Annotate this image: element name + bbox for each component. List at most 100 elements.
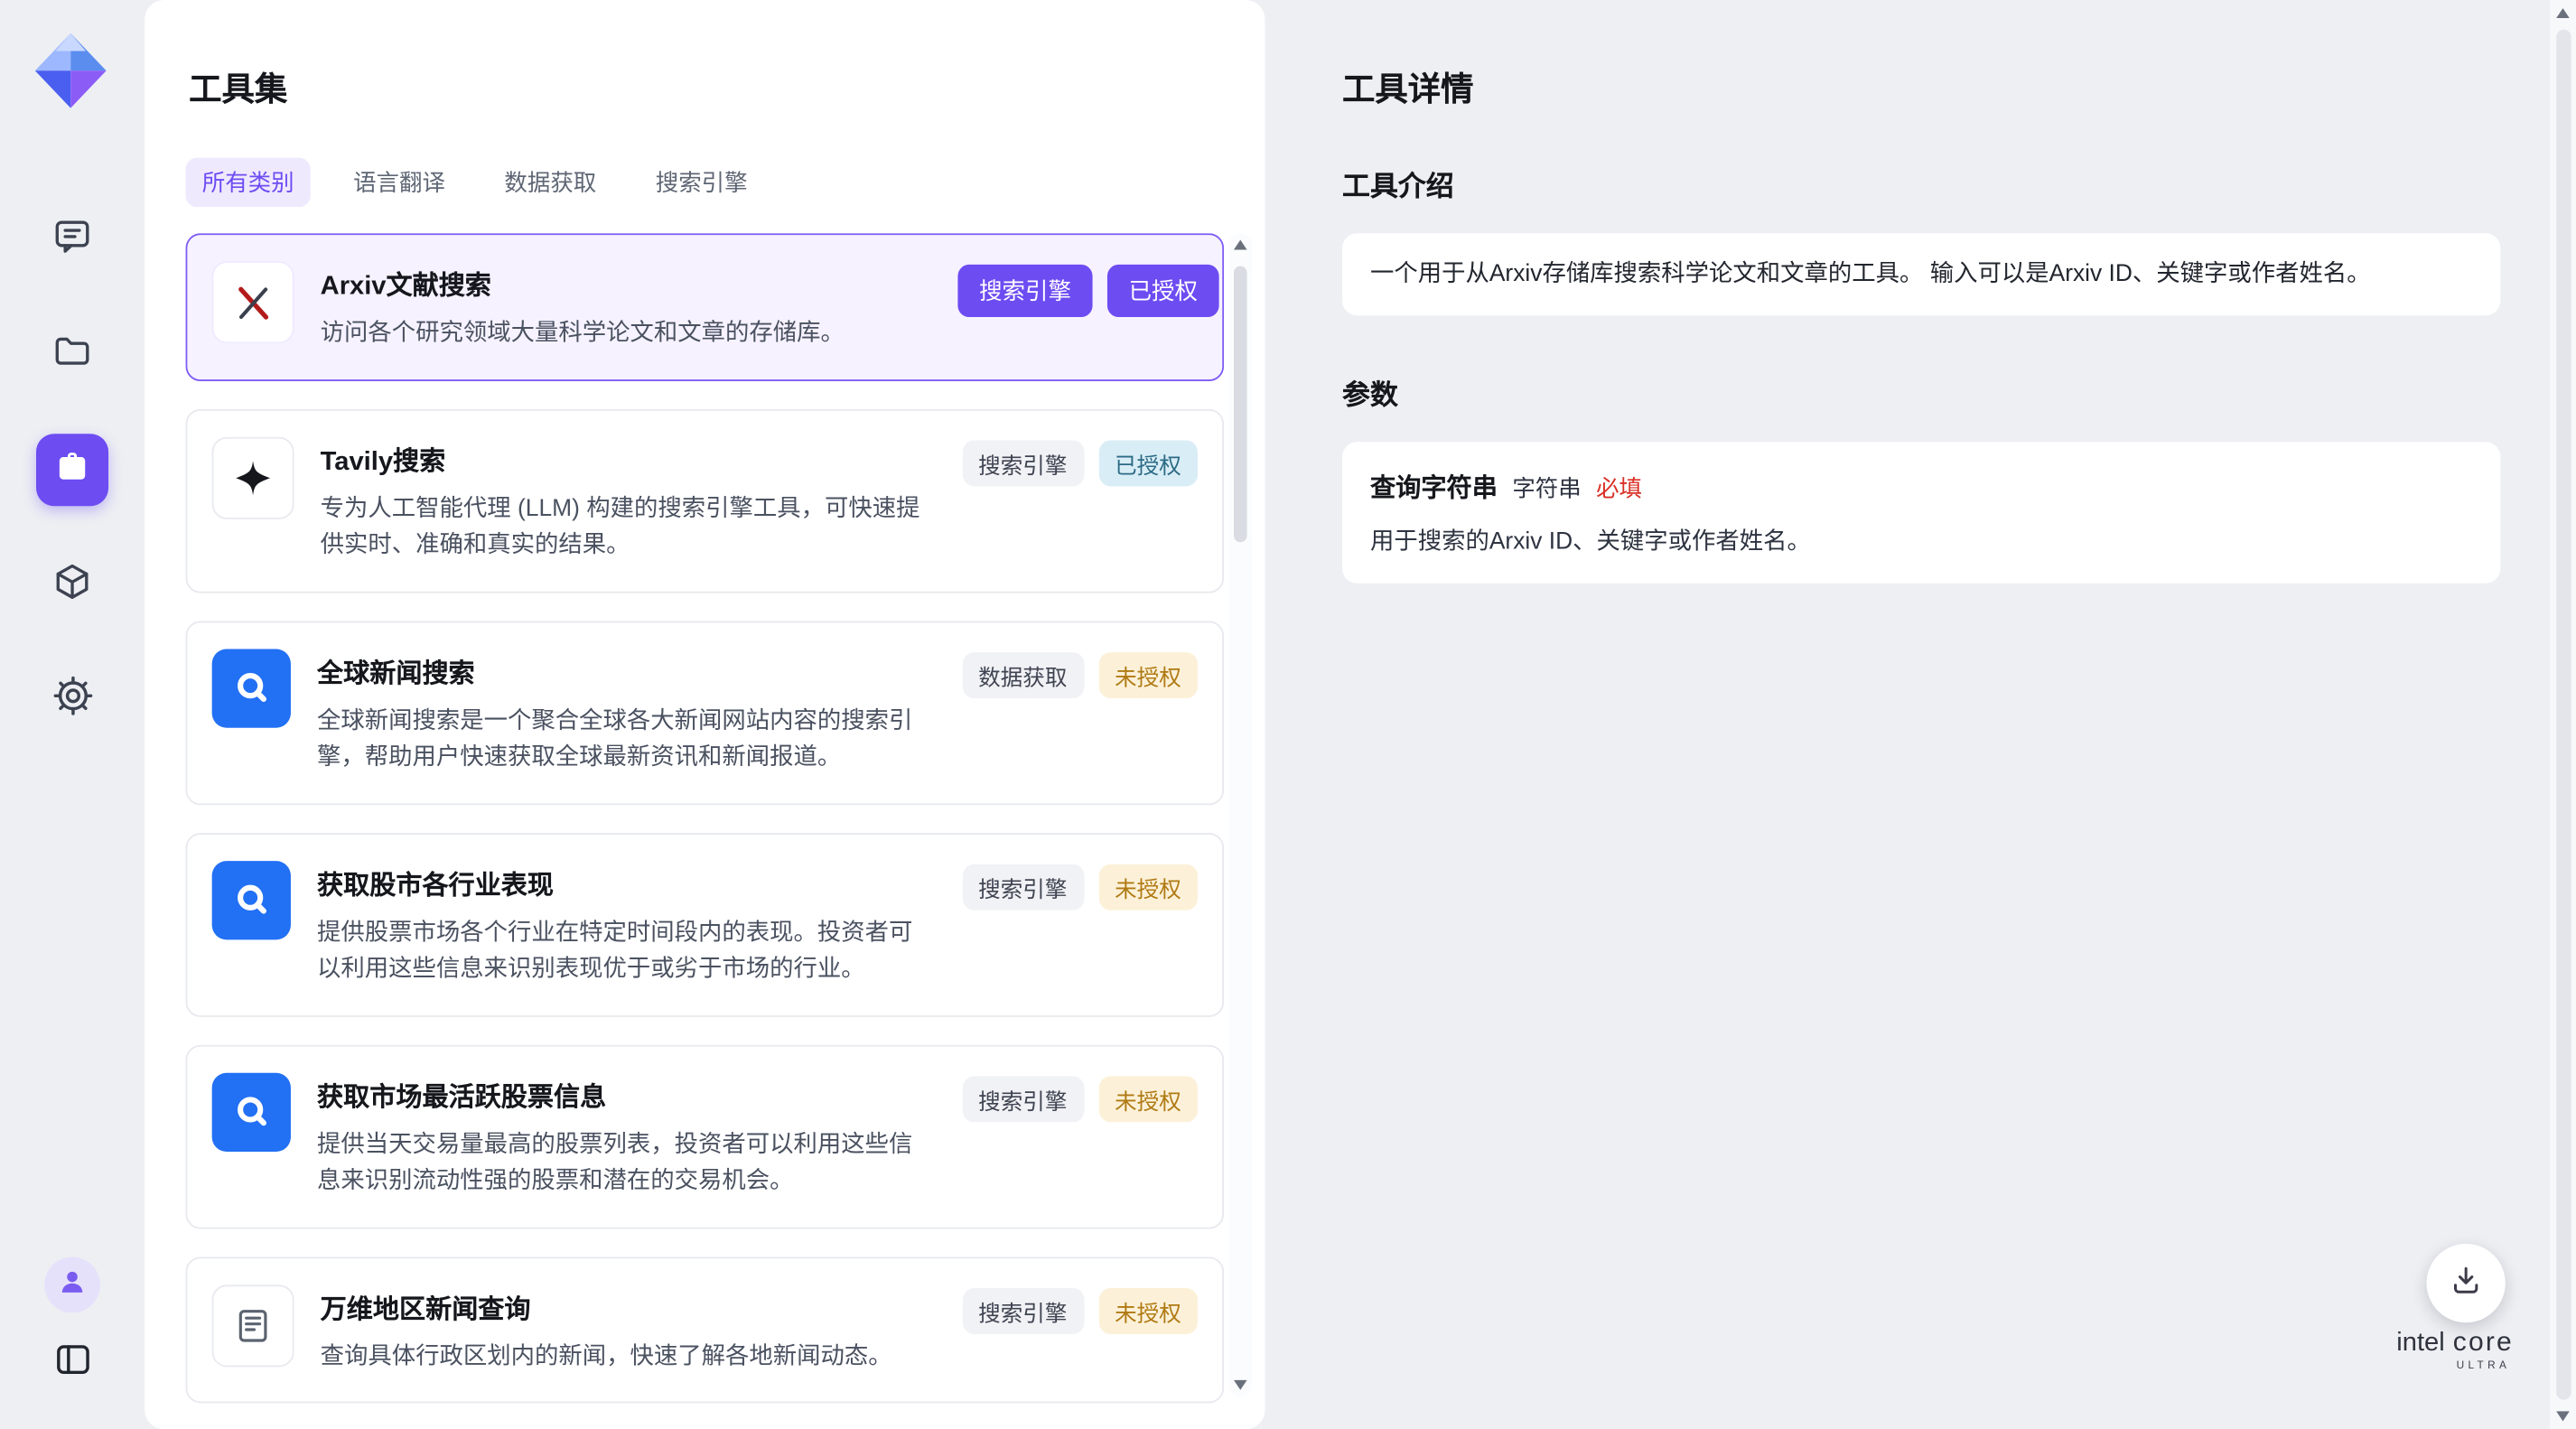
tool-name: 获取股市各行业表现: [317, 862, 929, 901]
toolset-panel: 工具集 所有类别语言翻译数据获取搜索引擎 Arxiv文献搜索访问各个研究领域大量…: [145, 0, 1265, 1429]
tool-card[interactable]: 万维地区新闻查询查询具体行政区划内的新闻，快速了解各地新闻动态。搜索引擎未授权: [186, 1256, 1225, 1404]
tool-name: Tavily搜索: [321, 438, 932, 478]
tool-text: 获取市场最活跃股票信息提供当天交易量最高的股票列表，投资者可以利用这些信息来识别…: [317, 1072, 929, 1200]
tavily-star-icon: [212, 436, 294, 518]
tool-description: 查询具体行政区划内的新闻，快速了解各地新闻动态。: [321, 1338, 932, 1375]
sidebar-item-chat[interactable]: [36, 204, 108, 276]
tool-list: Arxiv文献搜索访问各个研究领域大量科学论文和文章的存储库。搜索引擎已授权Ta…: [186, 233, 1225, 1406]
tool-description: 提供股票市场各个行业在特定时间段内的表现。投资者可以利用这些信息来识别表现优于或…: [317, 914, 929, 988]
tool-text: Tavily搜索专为人工智能代理 (LLM) 构建的搜索引擎工具，可快速提供实时…: [321, 436, 932, 565]
sidebar-item-models[interactable]: [36, 549, 108, 621]
tool-category-badge: 搜索引擎: [962, 864, 1084, 910]
tool-details-panel: 工具详情 工具介绍 一个用于从Arxiv存储库搜索科学论文和文章的工具。 输入可…: [1342, 0, 2500, 584]
tool-card[interactable]: 获取市场最活跃股票信息提供当天交易量最高的股票列表，投资者可以利用这些信息来识别…: [186, 1044, 1225, 1228]
app-window: 工具集 所有类别语言翻译数据获取搜索引擎 Arxiv文献搜索访问各个研究领域大量…: [0, 0, 2576, 1429]
sidebar-item-tools[interactable]: [36, 434, 108, 506]
download-icon: [2448, 1261, 2484, 1305]
news-doc-icon: [212, 1284, 294, 1366]
tab-搜索引擎[interactable]: 搜索引擎: [639, 158, 764, 208]
intel-core-logo: intel core ULTRA: [2396, 1328, 2514, 1372]
tool-description: 提供当天交易量最高的股票列表，投资者可以利用这些信息来识别流动性强的股票和潜在的…: [317, 1126, 929, 1200]
tool-text: 获取股市各行业表现提供股票市场各个行业在特定时间段内的表现。投资者可以利用这些信…: [317, 860, 929, 988]
tool-text: 万维地区新闻查询查询具体行政区划内的新闻，快速了解各地新闻动态。: [321, 1284, 932, 1375]
category-tabs: 所有类别语言翻译数据获取搜索引擎: [186, 158, 764, 208]
q-news-icon: [212, 649, 291, 727]
arxiv-icon: [212, 261, 294, 343]
tool-card[interactable]: 全球新闻搜索全球新闻搜索是一个聚合全球各大新闻网站内容的搜索引擎，帮助用户快速获…: [186, 621, 1225, 805]
tool-list-scrollbar[interactable]: [1229, 233, 1252, 1396]
tool-category-badge: 搜索引擎: [962, 1075, 1084, 1121]
gear-icon: [50, 674, 94, 726]
tool-badges: 搜索引擎已授权: [957, 261, 1218, 352]
tool-text: Arxiv文献搜索访问各个研究领域大量科学论文和文章的存储库。: [321, 261, 932, 352]
toolset-title: 工具集: [189, 62, 287, 110]
sidebar: [0, 0, 145, 1429]
intro-heading: 工具介绍: [1342, 163, 2500, 203]
tool-description: 访问各个研究领域大量科学论文和文章的存储库。: [321, 315, 932, 352]
tool-auth-badge[interactable]: 未授权: [1098, 1075, 1198, 1121]
tool-name: Arxiv文献搜索: [321, 263, 932, 303]
window-scrollbar[interactable]: [2550, 0, 2576, 1429]
tool-category-badge: 搜索引擎: [962, 440, 1084, 486]
user-icon: [56, 1265, 89, 1305]
app-logo-icon: [28, 28, 114, 114]
sidebar-nav: [0, 204, 145, 736]
tool-auth-badge[interactable]: 未授权: [1098, 651, 1198, 697]
core-wordmark: core: [2453, 1328, 2514, 1358]
tool-params-box: 查询字符串 字符串 必填 用于搜索的Arxiv ID、关键字或作者姓名。: [1342, 442, 2500, 583]
tool-card[interactable]: 获取股市各行业表现提供股票市场各个行业在特定时间段内的表现。投资者可以利用这些信…: [186, 832, 1225, 1016]
tool-badges: 搜索引擎已授权: [962, 436, 1198, 565]
scroll-up-icon[interactable]: [1234, 240, 1247, 250]
scroll-up-icon[interactable]: [2556, 8, 2570, 18]
details-title: 工具详情: [1342, 62, 2500, 110]
ultra-wordmark: ULTRA: [2396, 1360, 2514, 1372]
tool-intro-box: 一个用于从Arxiv存储库搜索科学论文和文章的工具。 输入可以是Arxiv ID…: [1342, 233, 2500, 315]
tool-intro-text: 一个用于从Arxiv存储库搜索科学论文和文章的工具。 输入可以是Arxiv ID…: [1370, 261, 2371, 287]
sidebar-item-settings[interactable]: [36, 664, 108, 736]
download-button[interactable]: [2427, 1244, 2506, 1322]
tool-category-badge: 数据获取: [962, 651, 1084, 697]
param-head: 查询字符串 字符串 必填: [1370, 468, 2472, 504]
tab-语言翻译[interactable]: 语言翻译: [337, 158, 462, 208]
param-type: 字符串: [1512, 472, 1581, 504]
tool-badges: 搜索引擎未授权: [962, 1284, 1198, 1375]
param-required-badge: 必填: [1596, 472, 1642, 504]
briefcase-icon: [52, 446, 92, 494]
tool-description: 全球新闻搜索是一个聚合全球各大新闻网站内容的搜索引擎，帮助用户快速获取全球最新资…: [317, 703, 929, 777]
tool-auth-badge[interactable]: 已授权: [1098, 440, 1198, 486]
scroll-down-icon[interactable]: [1234, 1380, 1247, 1390]
user-avatar[interactable]: [44, 1256, 100, 1312]
tool-auth-badge[interactable]: 未授权: [1098, 864, 1198, 910]
tool-badges: 数据获取未授权: [962, 649, 1198, 777]
q-news-icon: [212, 860, 291, 939]
tool-badges: 搜索引擎未授权: [962, 1072, 1198, 1200]
sidebar-item-files[interactable]: [36, 319, 108, 391]
tool-category-badge: 搜索引擎: [957, 265, 1092, 317]
tool-name: 万维地区新闻查询: [321, 1285, 932, 1325]
cube-icon: [51, 559, 93, 610]
tool-auth-badge[interactable]: 已授权: [1107, 265, 1219, 317]
tool-badges: 搜索引擎未授权: [962, 860, 1198, 988]
panel-layout-icon: [51, 1339, 92, 1388]
tab-数据获取[interactable]: 数据获取: [488, 158, 612, 208]
param-description: 用于搜索的Arxiv ID、关键字或作者姓名。: [1370, 522, 2472, 556]
scrollbar-thumb[interactable]: [2555, 30, 2570, 1400]
tool-auth-badge[interactable]: 未授权: [1098, 1287, 1198, 1333]
sidebar-toggle-button[interactable]: [51, 1339, 92, 1388]
sidebar-bottom: [0, 1256, 145, 1388]
tool-category-badge: 搜索引擎: [962, 1287, 1084, 1333]
folder-icon: [51, 330, 93, 380]
params-heading: 参数: [1342, 371, 2500, 412]
chat-icon: [51, 214, 93, 265]
tool-description: 专为人工智能代理 (LLM) 构建的搜索引擎工具，可快速提供实时、准确和真实的结…: [321, 490, 932, 565]
tool-name: 全球新闻搜索: [317, 649, 929, 689]
scrollbar-thumb[interactable]: [1234, 266, 1247, 543]
tool-card[interactable]: Tavily搜索专为人工智能代理 (LLM) 构建的搜索引擎工具，可快速提供实时…: [186, 408, 1225, 593]
tool-card[interactable]: Arxiv文献搜索访问各个研究领域大量科学论文和文章的存储库。搜索引擎已授权: [186, 233, 1225, 380]
q-news-icon: [212, 1072, 291, 1151]
intel-wordmark: intel: [2396, 1329, 2444, 1357]
tab-所有类别[interactable]: 所有类别: [186, 158, 311, 208]
tool-text: 全球新闻搜索全球新闻搜索是一个聚合全球各大新闻网站内容的搜索引擎，帮助用户快速获…: [317, 649, 929, 777]
param-name: 查询字符串: [1370, 468, 1498, 504]
scroll-down-icon[interactable]: [2556, 1411, 2570, 1421]
